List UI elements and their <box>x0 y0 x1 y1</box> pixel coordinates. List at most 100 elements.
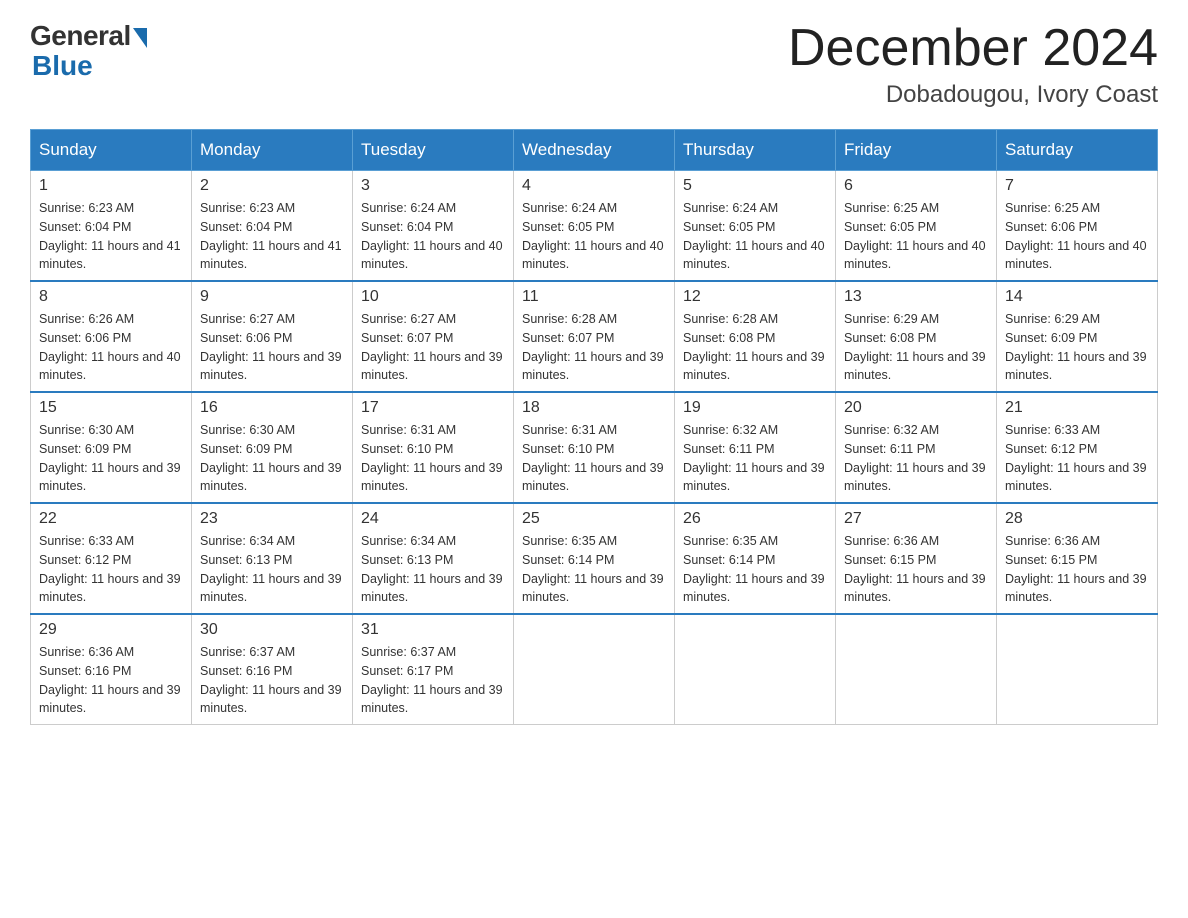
day-number: 17 <box>361 399 505 417</box>
calendar-cell: 6 Sunrise: 6:25 AM Sunset: 6:05 PM Dayli… <box>836 171 997 282</box>
day-info: Sunrise: 6:27 AM Sunset: 6:07 PM Dayligh… <box>361 310 505 385</box>
day-info: Sunrise: 6:37 AM Sunset: 6:16 PM Dayligh… <box>200 643 344 718</box>
day-number: 24 <box>361 510 505 528</box>
day-info: Sunrise: 6:25 AM Sunset: 6:05 PM Dayligh… <box>844 199 988 274</box>
calendar-cell: 8 Sunrise: 6:26 AM Sunset: 6:06 PM Dayli… <box>31 281 192 392</box>
calendar-cell: 22 Sunrise: 6:33 AM Sunset: 6:12 PM Dayl… <box>31 503 192 614</box>
calendar-cell <box>514 614 675 725</box>
day-info: Sunrise: 6:31 AM Sunset: 6:10 PM Dayligh… <box>522 421 666 496</box>
logo-blue-text: Blue <box>32 50 93 82</box>
day-number: 31 <box>361 621 505 639</box>
calendar-cell: 13 Sunrise: 6:29 AM Sunset: 6:08 PM Dayl… <box>836 281 997 392</box>
day-number: 6 <box>844 177 988 195</box>
calendar-cell <box>997 614 1158 725</box>
calendar-cell: 12 Sunrise: 6:28 AM Sunset: 6:08 PM Dayl… <box>675 281 836 392</box>
calendar-cell: 23 Sunrise: 6:34 AM Sunset: 6:13 PM Dayl… <box>192 503 353 614</box>
calendar-week-row: 1 Sunrise: 6:23 AM Sunset: 6:04 PM Dayli… <box>31 171 1158 282</box>
day-info: Sunrise: 6:25 AM Sunset: 6:06 PM Dayligh… <box>1005 199 1149 274</box>
day-number: 26 <box>683 510 827 528</box>
calendar-cell: 18 Sunrise: 6:31 AM Sunset: 6:10 PM Dayl… <box>514 392 675 503</box>
day-number: 4 <box>522 177 666 195</box>
day-number: 30 <box>200 621 344 639</box>
day-number: 16 <box>200 399 344 417</box>
header-wednesday: Wednesday <box>514 130 675 171</box>
day-number: 23 <box>200 510 344 528</box>
day-info: Sunrise: 6:24 AM Sunset: 6:05 PM Dayligh… <box>683 199 827 274</box>
calendar-cell: 11 Sunrise: 6:28 AM Sunset: 6:07 PM Dayl… <box>514 281 675 392</box>
day-info: Sunrise: 6:32 AM Sunset: 6:11 PM Dayligh… <box>844 421 988 496</box>
calendar-week-row: 15 Sunrise: 6:30 AM Sunset: 6:09 PM Dayl… <box>31 392 1158 503</box>
calendar-cell: 7 Sunrise: 6:25 AM Sunset: 6:06 PM Dayli… <box>997 171 1158 282</box>
day-number: 5 <box>683 177 827 195</box>
calendar-cell: 3 Sunrise: 6:24 AM Sunset: 6:04 PM Dayli… <box>353 171 514 282</box>
day-info: Sunrise: 6:29 AM Sunset: 6:09 PM Dayligh… <box>1005 310 1149 385</box>
day-number: 21 <box>1005 399 1149 417</box>
day-info: Sunrise: 6:24 AM Sunset: 6:05 PM Dayligh… <box>522 199 666 274</box>
day-number: 3 <box>361 177 505 195</box>
location-subtitle: Dobadougou, Ivory Coast <box>788 81 1158 109</box>
calendar-cell: 24 Sunrise: 6:34 AM Sunset: 6:13 PM Dayl… <box>353 503 514 614</box>
day-info: Sunrise: 6:26 AM Sunset: 6:06 PM Dayligh… <box>39 310 183 385</box>
day-info: Sunrise: 6:27 AM Sunset: 6:06 PM Dayligh… <box>200 310 344 385</box>
calendar-cell: 26 Sunrise: 6:35 AM Sunset: 6:14 PM Dayl… <box>675 503 836 614</box>
calendar-cell: 25 Sunrise: 6:35 AM Sunset: 6:14 PM Dayl… <box>514 503 675 614</box>
calendar-cell: 15 Sunrise: 6:30 AM Sunset: 6:09 PM Dayl… <box>31 392 192 503</box>
day-info: Sunrise: 6:34 AM Sunset: 6:13 PM Dayligh… <box>200 532 344 607</box>
day-info: Sunrise: 6:29 AM Sunset: 6:08 PM Dayligh… <box>844 310 988 385</box>
calendar-cell: 21 Sunrise: 6:33 AM Sunset: 6:12 PM Dayl… <box>997 392 1158 503</box>
calendar-week-row: 8 Sunrise: 6:26 AM Sunset: 6:06 PM Dayli… <box>31 281 1158 392</box>
day-number: 15 <box>39 399 183 417</box>
calendar-cell: 17 Sunrise: 6:31 AM Sunset: 6:10 PM Dayl… <box>353 392 514 503</box>
day-info: Sunrise: 6:32 AM Sunset: 6:11 PM Dayligh… <box>683 421 827 496</box>
day-number: 2 <box>200 177 344 195</box>
day-info: Sunrise: 6:28 AM Sunset: 6:07 PM Dayligh… <box>522 310 666 385</box>
day-number: 18 <box>522 399 666 417</box>
day-info: Sunrise: 6:30 AM Sunset: 6:09 PM Dayligh… <box>39 421 183 496</box>
calendar-cell: 1 Sunrise: 6:23 AM Sunset: 6:04 PM Dayli… <box>31 171 192 282</box>
day-number: 29 <box>39 621 183 639</box>
month-year-title: December 2024 <box>788 20 1158 77</box>
day-number: 12 <box>683 288 827 306</box>
header-monday: Monday <box>192 130 353 171</box>
calendar-table: SundayMondayTuesdayWednesdayThursdayFrid… <box>30 129 1158 725</box>
calendar-cell <box>836 614 997 725</box>
day-number: 28 <box>1005 510 1149 528</box>
day-number: 13 <box>844 288 988 306</box>
day-info: Sunrise: 6:35 AM Sunset: 6:14 PM Dayligh… <box>522 532 666 607</box>
day-info: Sunrise: 6:36 AM Sunset: 6:15 PM Dayligh… <box>844 532 988 607</box>
header-tuesday: Tuesday <box>353 130 514 171</box>
day-info: Sunrise: 6:34 AM Sunset: 6:13 PM Dayligh… <box>361 532 505 607</box>
calendar-cell: 27 Sunrise: 6:36 AM Sunset: 6:15 PM Dayl… <box>836 503 997 614</box>
day-number: 22 <box>39 510 183 528</box>
day-info: Sunrise: 6:35 AM Sunset: 6:14 PM Dayligh… <box>683 532 827 607</box>
day-info: Sunrise: 6:37 AM Sunset: 6:17 PM Dayligh… <box>361 643 505 718</box>
calendar-cell: 14 Sunrise: 6:29 AM Sunset: 6:09 PM Dayl… <box>997 281 1158 392</box>
calendar-cell: 29 Sunrise: 6:36 AM Sunset: 6:16 PM Dayl… <box>31 614 192 725</box>
day-number: 7 <box>1005 177 1149 195</box>
day-info: Sunrise: 6:36 AM Sunset: 6:15 PM Dayligh… <box>1005 532 1149 607</box>
calendar-cell: 10 Sunrise: 6:27 AM Sunset: 6:07 PM Dayl… <box>353 281 514 392</box>
calendar-header-row: SundayMondayTuesdayWednesdayThursdayFrid… <box>31 130 1158 171</box>
day-info: Sunrise: 6:31 AM Sunset: 6:10 PM Dayligh… <box>361 421 505 496</box>
day-number: 10 <box>361 288 505 306</box>
calendar-cell: 9 Sunrise: 6:27 AM Sunset: 6:06 PM Dayli… <box>192 281 353 392</box>
calendar-cell: 2 Sunrise: 6:23 AM Sunset: 6:04 PM Dayli… <box>192 171 353 282</box>
day-info: Sunrise: 6:33 AM Sunset: 6:12 PM Dayligh… <box>1005 421 1149 496</box>
calendar-cell: 20 Sunrise: 6:32 AM Sunset: 6:11 PM Dayl… <box>836 392 997 503</box>
day-number: 27 <box>844 510 988 528</box>
calendar-cell: 5 Sunrise: 6:24 AM Sunset: 6:05 PM Dayli… <box>675 171 836 282</box>
day-number: 25 <box>522 510 666 528</box>
day-info: Sunrise: 6:23 AM Sunset: 6:04 PM Dayligh… <box>39 199 183 274</box>
day-number: 11 <box>522 288 666 306</box>
header-friday: Friday <box>836 130 997 171</box>
calendar-cell: 19 Sunrise: 6:32 AM Sunset: 6:11 PM Dayl… <box>675 392 836 503</box>
day-number: 20 <box>844 399 988 417</box>
logo: General Blue <box>30 20 147 82</box>
title-section: December 2024 Dobadougou, Ivory Coast <box>788 20 1158 109</box>
page-header: General Blue December 2024 Dobadougou, I… <box>30 20 1158 109</box>
calendar-cell <box>675 614 836 725</box>
calendar-cell: 4 Sunrise: 6:24 AM Sunset: 6:05 PM Dayli… <box>514 171 675 282</box>
calendar-cell: 16 Sunrise: 6:30 AM Sunset: 6:09 PM Dayl… <box>192 392 353 503</box>
day-number: 8 <box>39 288 183 306</box>
header-thursday: Thursday <box>675 130 836 171</box>
